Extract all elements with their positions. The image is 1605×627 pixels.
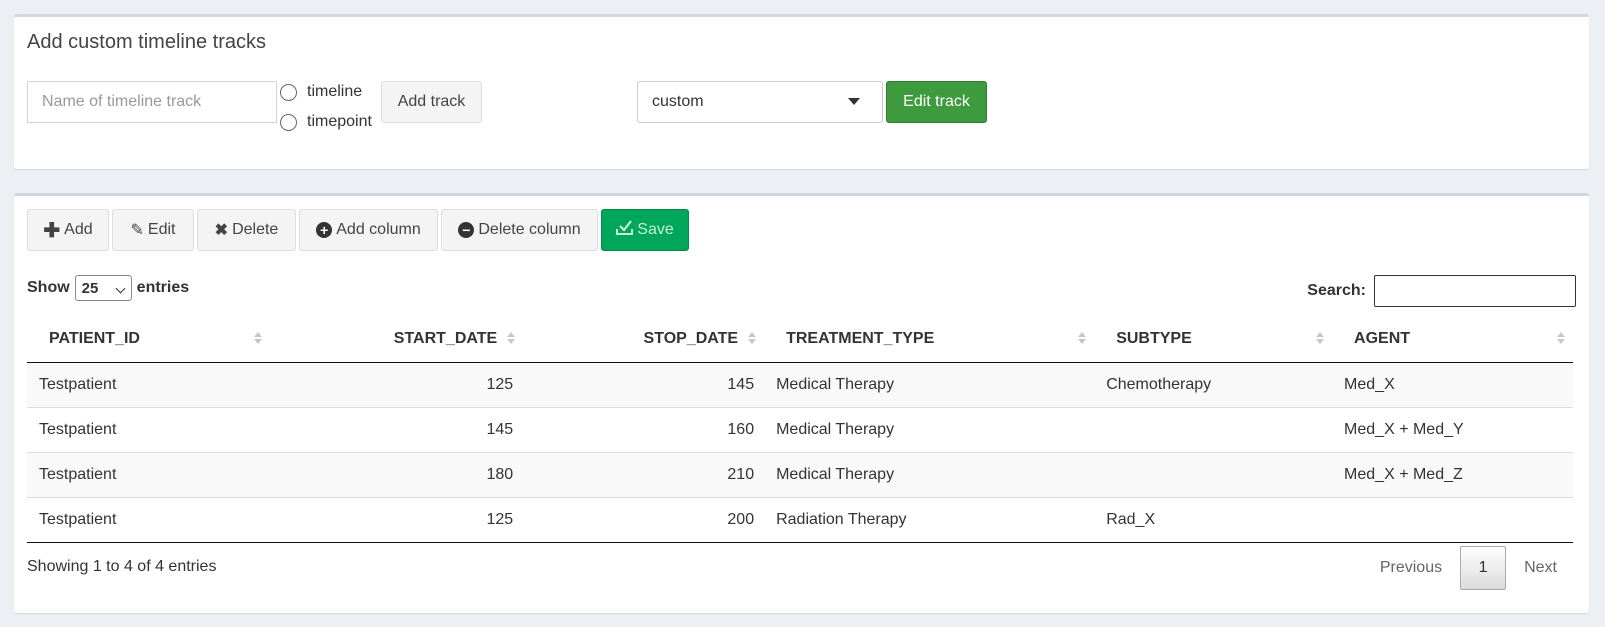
cell-treatment-type: Medical Therapy (776, 375, 895, 393)
caret-down-icon (848, 98, 860, 105)
radio-timeline[interactable]: timeline (280, 83, 362, 101)
custom-tracks-panel: Add custom timeline tracks timeline time… (14, 14, 1589, 169)
cell-stop-date: 210 (523, 451, 765, 497)
sort-icon (1557, 332, 1565, 344)
cell-treatment-type: Medical Therapy (764, 451, 1095, 497)
plus-icon: ✚ (43, 219, 61, 242)
minus-circle-icon: − (458, 222, 475, 238)
edit-track-button[interactable]: Edit track (886, 81, 987, 123)
edit-button-label: Edit (147, 221, 176, 238)
panel-title: Add custom timeline tracks (27, 31, 266, 53)
column-header-start-date[interactable]: START_DATE (269, 316, 524, 363)
cell-subtype: Rad_X (1094, 496, 1333, 543)
delete-button[interactable]: ✖ Delete (197, 209, 296, 251)
next-page-button[interactable]: Next (1506, 546, 1575, 590)
cell-start-date: 180 (269, 451, 524, 497)
cell-agent: Med_X + Med_Y (1332, 406, 1573, 452)
delete-button-label: Delete (232, 221, 279, 238)
cell-patient-id: Testpatient (27, 406, 270, 452)
cell-agent (1332, 496, 1573, 543)
table-row[interactable]: Testpatient 180 210 Medical Therapy Med_… (27, 451, 1573, 497)
table-row[interactable]: Testpatient 145 160 Medical Therapy Med_… (27, 406, 1573, 452)
cell-agent: Med_X + Med_Z (1332, 451, 1573, 497)
cell-subtype (1094, 451, 1333, 497)
cell-start-date: 125 (486, 375, 514, 393)
column-header-subtype[interactable]: SUBTYPE (1094, 316, 1333, 363)
column-header-stop-date[interactable]: STOP_DATE (523, 316, 765, 363)
page-length-select[interactable]: 25 (74, 275, 132, 301)
cell-agent: Med_X (1344, 375, 1395, 393)
track-name-input[interactable] (27, 81, 277, 123)
column-header-treatment-type[interactable]: TREATMENT_TYPE (764, 316, 1095, 363)
plus-circle-icon: + (316, 222, 333, 238)
radio-timeline-label: timeline (307, 83, 363, 100)
sort-icon (507, 332, 516, 344)
cell-patient-id: Testpatient (39, 375, 117, 393)
edit-button[interactable]: ✎ Edit (112, 209, 194, 251)
entries-label: entries (136, 279, 190, 296)
cell-stop-date: 145 (727, 375, 755, 393)
cell-patient-id: Testpatient (27, 451, 270, 497)
cell-subtype (1094, 406, 1333, 452)
radio-button-icon[interactable] (280, 83, 297, 101)
radio-timepoint[interactable]: timepoint (280, 113, 372, 131)
search-control: Search: (1307, 275, 1576, 307)
column-header-patient-id[interactable]: PATIENT_ID (27, 316, 270, 363)
save-button[interactable]: Save (601, 209, 689, 251)
delete-column-button[interactable]: − Delete column (441, 209, 598, 251)
search-input[interactable] (1374, 275, 1576, 307)
pencil-icon: ✎ (130, 222, 144, 239)
delete-column-label: Delete column (478, 221, 581, 238)
add-column-button[interactable]: + Add column (299, 209, 438, 251)
data-table-panel: ✚ Add ✎ Edit ✖ Delete + Add column − Del… (14, 193, 1589, 613)
track-select-value: custom (652, 93, 704, 110)
times-icon: ✖ (214, 222, 229, 239)
page-length-value: 25 (81, 279, 99, 297)
sort-icon (1316, 332, 1325, 344)
radio-timepoint-label: timepoint (307, 113, 372, 130)
page-1-button[interactable]: 1 (1460, 546, 1507, 590)
cell-start-date: 145 (269, 406, 524, 452)
radio-button-icon[interactable] (280, 113, 297, 131)
table-row[interactable]: Testpatient 125 200 Radiation Therapy Ra… (27, 496, 1573, 543)
sort-icon (1078, 332, 1087, 344)
previous-page-button[interactable]: Previous (1362, 546, 1460, 590)
add-track-button[interactable]: Add track (381, 81, 482, 123)
cell-patient-id: Testpatient (27, 496, 270, 543)
sort-icon (253, 332, 262, 344)
cell-treatment-type: Medical Therapy (764, 406, 1095, 452)
add-button-label: Add (64, 221, 93, 238)
show-label: Show (27, 279, 70, 296)
cell-stop-date: 200 (523, 496, 765, 543)
pagination: Previous 1 Next (1362, 546, 1575, 590)
sort-icon (748, 332, 757, 344)
search-label: Search: (1307, 282, 1366, 299)
add-column-label: Add column (336, 221, 421, 238)
page-length-control: Show 25 entries (27, 275, 189, 301)
column-header-agent[interactable]: AGENT (1332, 316, 1573, 363)
table-row[interactable]: Testpatient 125 145 Medical Therapy Chem… (27, 362, 1573, 407)
table-info: Showing 1 to 4 of 4 entries (27, 558, 217, 575)
save-button-label: Save (637, 221, 674, 238)
cell-start-date: 125 (269, 496, 524, 543)
cell-treatment-type: Radiation Therapy (764, 496, 1095, 543)
cell-subtype: Chemotherapy (1106, 375, 1212, 393)
save-icon (616, 220, 634, 240)
add-button[interactable]: ✚ Add (27, 209, 109, 251)
cell-stop-date: 160 (523, 406, 765, 452)
treatment-table: PATIENT_ID START_DATE STOP_DATE TREATMEN… (27, 316, 1573, 543)
table-header-row: PATIENT_ID START_DATE STOP_DATE TREATMEN… (27, 316, 1573, 363)
track-select[interactable]: custom (637, 81, 883, 123)
